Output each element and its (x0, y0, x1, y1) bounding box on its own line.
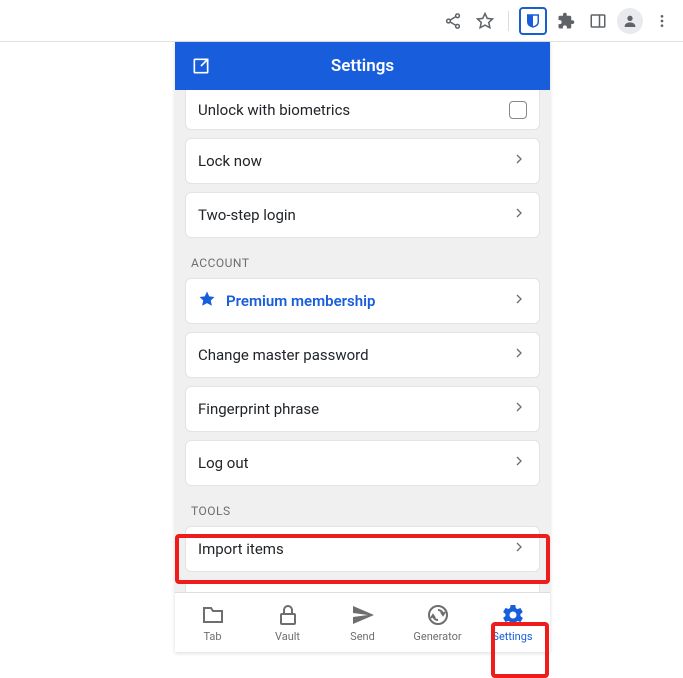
chevron-right-icon (511, 291, 527, 311)
bookmark-star-icon[interactable] (472, 8, 498, 34)
chevron-right-icon (511, 345, 527, 365)
row-label: Change master password (198, 346, 369, 364)
bottom-nav: Tab Vault Send Generator Settings (175, 592, 550, 652)
chevron-right-icon (511, 399, 527, 419)
nav-tab[interactable]: Tab (175, 593, 250, 652)
row-import-items[interactable]: Import items (185, 526, 540, 572)
chevron-right-icon (511, 453, 527, 473)
chevron-right-icon (511, 151, 527, 171)
row-label: Two-step login (198, 206, 296, 224)
nav-vault[interactable]: Vault (250, 593, 325, 652)
row-two-step-login[interactable]: Two-step login (185, 192, 540, 238)
side-panel-icon[interactable] (585, 8, 611, 34)
nav-label: Tab (203, 630, 221, 643)
chevron-right-icon (511, 539, 527, 559)
browser-toolbar (0, 0, 683, 42)
row-label: Log out (198, 454, 249, 472)
sync-icon (426, 603, 450, 627)
paper-plane-icon (351, 603, 375, 627)
profile-avatar-icon[interactable] (617, 8, 643, 34)
row-label: Unlock with biometrics (198, 101, 350, 119)
nav-settings[interactable]: Settings (475, 593, 550, 652)
row-premium-membership[interactable]: Premium membership (185, 278, 540, 324)
nav-label: Send (350, 630, 375, 643)
row-export-vault[interactable]: Export vault (185, 580, 540, 592)
row-log-out[interactable]: Log out (185, 440, 540, 486)
section-tools: TOOLS (185, 486, 540, 526)
row-label: Fingerprint phrase (198, 400, 319, 418)
nav-label: Settings (492, 630, 532, 643)
row-change-master-password[interactable]: Change master password (185, 332, 540, 378)
popup-body: Unlock with biometrics Lock now Two-step… (175, 90, 550, 592)
checkbox-icon[interactable] (509, 101, 527, 119)
section-account: ACCOUNT (185, 238, 540, 278)
bitwarden-extension-icon[interactable] (519, 7, 547, 35)
page-title: Settings (175, 56, 550, 76)
lock-icon (276, 603, 300, 627)
nav-send[interactable]: Send (325, 593, 400, 652)
row-lock-now[interactable]: Lock now (185, 138, 540, 184)
row-fingerprint-phrase[interactable]: Fingerprint phrase (185, 386, 540, 432)
nav-label: Vault (275, 630, 300, 643)
chevron-right-icon (511, 205, 527, 225)
separator (508, 11, 509, 31)
folder-icon (201, 603, 225, 627)
gear-icon (501, 603, 525, 627)
row-unlock-biometrics[interactable]: Unlock with biometrics (185, 90, 540, 130)
row-label: Import items (198, 540, 284, 558)
row-label: Lock now (198, 152, 262, 170)
chrome-menu-icon[interactable] (649, 8, 675, 34)
star-icon (198, 290, 216, 312)
extension-popup: Settings Unlock with biometrics Lock now… (175, 42, 550, 652)
popup-header: Settings (175, 42, 550, 90)
extensions-puzzle-icon[interactable] (553, 8, 579, 34)
nav-generator[interactable]: Generator (400, 593, 475, 652)
row-label: Premium membership (226, 292, 375, 310)
nav-label: Generator (413, 630, 461, 643)
popout-icon[interactable] (189, 54, 213, 78)
share-icon[interactable] (440, 8, 466, 34)
